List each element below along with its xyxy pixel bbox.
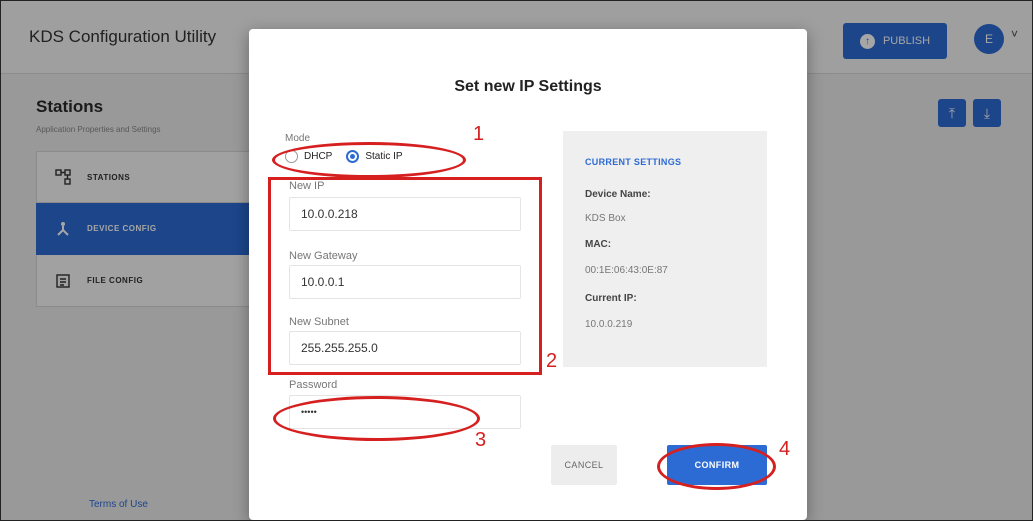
- annotation-ellipse-mode: [272, 142, 466, 178]
- mac-value: 00:1E:06:43:0E:87: [585, 265, 668, 276]
- device-name-label: Device Name:: [585, 189, 651, 200]
- annotation-number-4: 4: [779, 438, 791, 460]
- current-ip-value: 10.0.0.219: [585, 319, 633, 330]
- device-name-value: KDS Box: [585, 213, 626, 224]
- screen-frame: KDS Configuration Utility ↑ PUBLISH E ˅ …: [0, 0, 1033, 521]
- password-label: Password: [289, 379, 338, 391]
- cancel-button[interactable]: CANCEL: [551, 445, 617, 485]
- dialog-title: Set new IP Settings: [454, 78, 602, 95]
- annotation-ellipse-password: [273, 396, 480, 441]
- mode-label: Mode: [285, 133, 311, 144]
- annotation-number-2: 2: [546, 350, 558, 372]
- current-settings-panel: CURRENT SETTINGS Device Name: KDS Box MA…: [563, 131, 767, 367]
- mac-label: MAC:: [585, 239, 612, 250]
- current-ip-label: Current IP:: [585, 293, 637, 304]
- annotation-number-1: 1: [473, 123, 485, 145]
- annotation-rect-ip-fields: [268, 177, 542, 375]
- annotation-ellipse-confirm: [657, 443, 776, 490]
- annotation-number-3: 3: [475, 429, 487, 451]
- current-settings-heading: CURRENT SETTINGS: [585, 157, 682, 167]
